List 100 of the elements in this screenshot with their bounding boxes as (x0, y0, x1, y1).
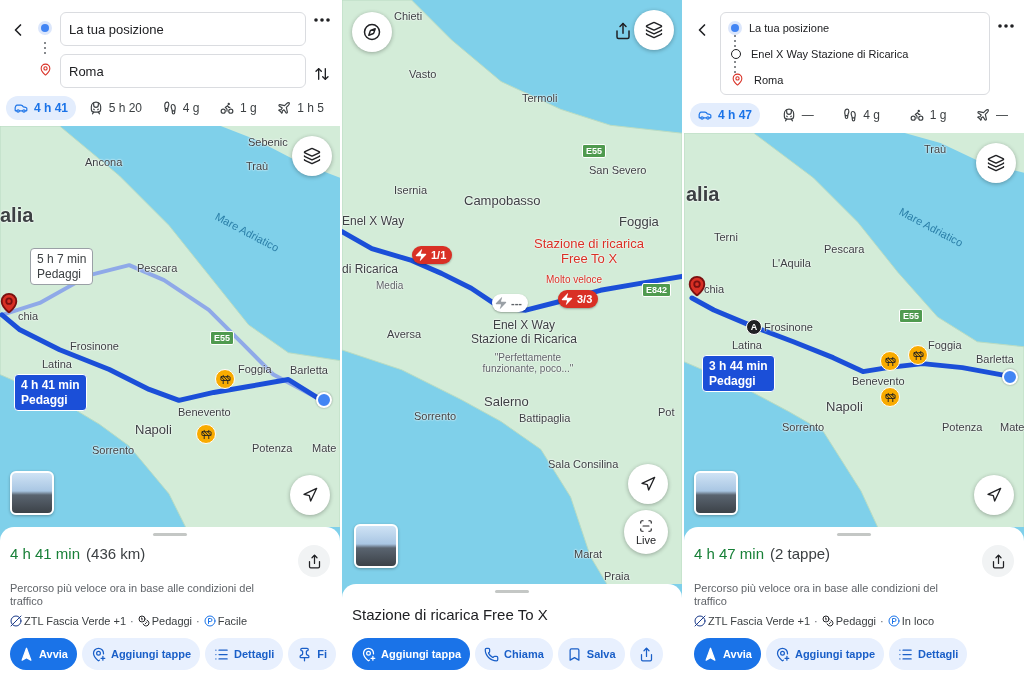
travel-mode-tab[interactable]: 5 h 20 (80, 96, 151, 120)
travel-mode-tab[interactable]: 1 g (211, 96, 265, 120)
route-time-callout[interactable]: 4 h 41 min Pedaggi (14, 374, 87, 411)
travel-mode-tab[interactable]: 1 h 5 (269, 96, 332, 120)
map-label: Latina (42, 358, 72, 370)
toll-icon (821, 615, 834, 627)
action-button[interactable]: Dettagli (889, 638, 968, 670)
action-button[interactable]: Salva (557, 638, 625, 670)
action-button[interactable]: Aggiungi tappe (81, 638, 200, 670)
car-icon (14, 101, 28, 115)
route-stop-text[interactable]: Enel X Way Stazione di Ricarica (751, 47, 909, 60)
action-button[interactable]: Avvia (10, 638, 77, 670)
action-button[interactable]: Dettagli (205, 638, 284, 670)
navigation-arrow-icon (640, 476, 656, 492)
route-stop-text[interactable]: La tua posizione (749, 21, 830, 34)
restricted-zone-icon (10, 615, 22, 627)
map-label: Chieti (394, 10, 423, 22)
route-duration: 4 h 47 min (694, 545, 765, 562)
map-label: Sorrento (92, 444, 135, 456)
map-label: Isernia (394, 184, 428, 196)
map-label: Enel X Way (342, 214, 405, 228)
swap-arrows-icon (314, 66, 330, 82)
route-description: Percorso più veloce ora in base alle condizioni del traffico (10, 582, 255, 608)
separator-dot: · (814, 615, 818, 627)
destination-field[interactable]: Roma (60, 54, 306, 88)
share-button[interactable] (614, 22, 632, 40)
travel-mode-tab[interactable]: 4 h 47 (690, 103, 761, 127)
share-icon (306, 553, 322, 569)
map-label: Pot (658, 406, 675, 418)
map-label: Battipaglia (519, 412, 571, 424)
plane-icon (975, 108, 990, 122)
route-stop-text[interactable]: Roma (754, 73, 784, 86)
walking-icon (162, 101, 177, 115)
map-label: chia (704, 283, 725, 295)
more-button[interactable] (312, 16, 332, 24)
action-button[interactable]: Aggiungi tappa (352, 638, 471, 670)
photo-placeholder[interactable] (354, 524, 398, 568)
travel-mode-tab[interactable]: 4 g (835, 103, 888, 127)
charging-pin[interactable]: --- (492, 294, 528, 312)
route-feature-text: ZTL Fascia Verde +1 (24, 615, 126, 627)
travel-mode-tab[interactable]: — (773, 103, 822, 127)
map-label: Ancona (85, 156, 123, 168)
bookmark-icon (566, 646, 582, 662)
separator-dot: · (880, 615, 884, 627)
route-duration-text: 4 h 41 min (21, 378, 80, 392)
map-label: Salerno (484, 394, 529, 409)
map-label: Sorrento (414, 410, 457, 422)
map-label: San Severo (589, 164, 647, 176)
separator-dot: · (130, 615, 134, 627)
drag-handle[interactable] (153, 533, 187, 536)
train-icon (781, 108, 796, 122)
charging-pin[interactable]: 1/1 (412, 246, 453, 264)
travel-mode-tab[interactable]: 4 g (154, 96, 208, 120)
share-button[interactable] (982, 545, 1014, 577)
pin-plus-icon (361, 646, 376, 662)
charging-pin[interactable]: 3/3 (558, 290, 599, 308)
map-label: Benevento (852, 375, 905, 387)
travel-mode-tab[interactable]: 1 g (901, 103, 955, 127)
route-distance: (436 km) (86, 545, 146, 562)
toll-note-text: Pedaggi (21, 393, 69, 407)
travel-mode-tab[interactable]: 4 h 41 (6, 96, 77, 120)
photo-placeholder[interactable] (694, 471, 738, 515)
map-label: Praia (604, 570, 630, 582)
toll-note-text: Pedaggi (37, 267, 83, 281)
route-time-callout[interactable]: 3 h 44 min Pedaggi (702, 355, 775, 392)
toll-note-text: Pedaggi (709, 374, 757, 388)
map-label: chia (18, 310, 39, 322)
map-label: Foggia (619, 214, 659, 229)
action-button[interactable]: Chiama (475, 638, 553, 670)
map-label: Traù (924, 143, 947, 155)
route-duration: 4 h 41 min (10, 545, 81, 562)
bicycle-icon (219, 101, 234, 115)
route-time-callout[interactable]: 5 h 7 min Pedaggi (30, 248, 94, 285)
map-label: di Ricarica (342, 262, 398, 276)
map-label: Marat (574, 548, 603, 560)
layers-icon (987, 154, 1005, 172)
drag-handle[interactable] (837, 533, 871, 536)
layers-icon (645, 21, 663, 39)
origin-field[interactable]: La tua posizione (60, 12, 306, 46)
route-feature-text: Pedaggi (151, 615, 193, 627)
map-label: Mate (1000, 421, 1024, 433)
share-button[interactable] (298, 545, 330, 577)
destination-pin-icon (0, 292, 20, 314)
route-distance: (2 tappe) (770, 545, 831, 562)
action-button[interactable]: Aggiungi tappe (765, 638, 884, 670)
more-button[interactable] (996, 22, 1016, 30)
map-label: Campobasso (464, 193, 541, 208)
map-label: Foggia (928, 339, 962, 351)
photo-placeholder[interactable] (10, 471, 54, 515)
route-duration-text: 3 h 44 min (709, 359, 768, 373)
share-icon (614, 22, 632, 40)
road-shield: E55 (899, 309, 923, 323)
route-feature-text: Facile (217, 615, 248, 627)
route-feature-text: ZTL Fascia Verde +1 (708, 615, 810, 627)
route-feature-text: In loco (901, 615, 935, 627)
action-button[interactable]: Fi (288, 638, 337, 670)
road-shield: E842 (642, 283, 672, 297)
drag-handle[interactable] (495, 590, 529, 593)
action-button[interactable]: Avvia (694, 638, 761, 670)
travel-mode-tab[interactable]: — (967, 103, 1016, 127)
